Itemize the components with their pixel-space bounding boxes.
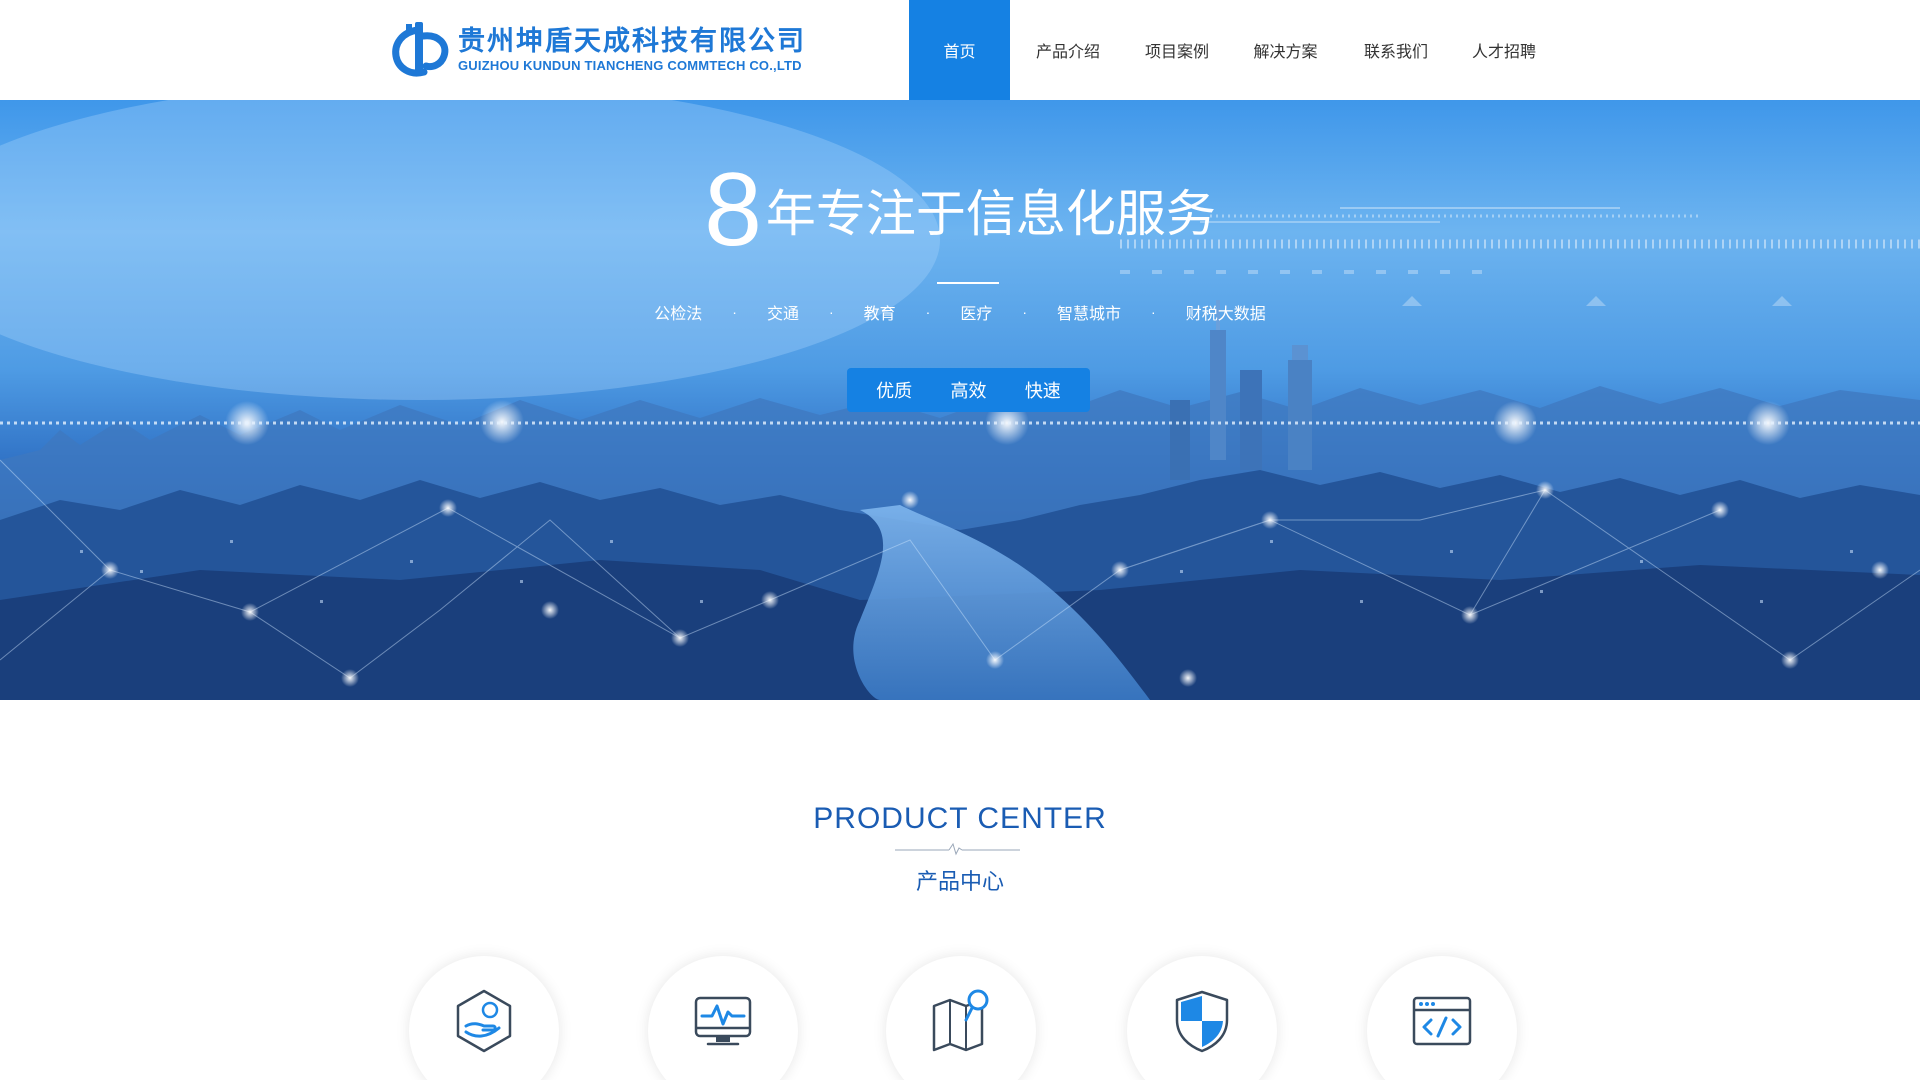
product-card-finance[interactable] xyxy=(409,956,559,1080)
nav-item-contact[interactable]: 联系我们 xyxy=(1343,0,1449,100)
value-quality: 优质 xyxy=(876,381,913,401)
map-pin-icon xyxy=(932,989,989,1052)
logo-company-name-en: GUIZHOU KUNDUN TIANCHENG COMMTECH CO.,LT… xyxy=(458,58,802,73)
logo-text: 贵州坤盾天成科技有限公司 GUIZHOU KUNDUN TIANCHENG CO… xyxy=(458,26,806,74)
main-nav: 首页 产品介绍 项目案例 解决方案 联系我们 人才招聘 xyxy=(909,0,1559,100)
site-header: 贵州坤盾天成科技有限公司 GUIZHOU KUNDUN TIANCHENG CO… xyxy=(0,0,1920,100)
value-efficient: 高效 xyxy=(950,381,987,401)
nav-item-cases[interactable]: 项目案例 xyxy=(1126,0,1228,100)
product-card-map[interactable] xyxy=(886,956,1036,1080)
hero-industry-tags: 公检法 · 交通 · 教育 · 医疗 · 智慧城市 · 财税大数据 xyxy=(0,300,1920,324)
nav-item-home[interactable]: 首页 xyxy=(909,0,1010,100)
hero-headline-text: 年专注于信息化服务 xyxy=(765,185,1216,243)
nav-item-careers[interactable]: 人才招聘 xyxy=(1449,0,1559,100)
hero-banner: 8年专注于信息化服务 公检法 · 交通 · 教育 · 医疗 · 智慧城市 · 财… xyxy=(0,100,1920,700)
company-logo[interactable]: 贵州坤盾天成科技有限公司 GUIZHOU KUNDUN TIANCHENG CO… xyxy=(388,20,806,80)
hero-value-badge: 优质 高效 快速 xyxy=(847,368,1090,412)
product-center-title-en: PRODUCT CENTER xyxy=(813,802,1107,835)
tag-separator: · xyxy=(828,304,834,320)
tag-medical: 医疗 xyxy=(960,306,993,323)
monitor-pulse-icon xyxy=(694,996,752,1046)
logo-mark-icon xyxy=(392,22,449,77)
nav-item-solutions[interactable]: 解决方案 xyxy=(1228,0,1343,100)
pulse-divider-icon xyxy=(895,842,1020,856)
hero-years-number: 8 xyxy=(704,152,762,268)
shield-icon xyxy=(1175,990,1229,1053)
value-fast: 快速 xyxy=(1024,381,1061,401)
tag-separator: · xyxy=(1151,304,1156,320)
product-card-monitoring[interactable] xyxy=(648,956,798,1080)
tag-separator: · xyxy=(925,304,931,320)
hero-divider xyxy=(937,282,999,284)
tag-separator: · xyxy=(1022,304,1028,320)
tag-transport: 交通 xyxy=(766,306,799,323)
tag-tax-big-data: 财税大数据 xyxy=(1185,306,1266,323)
nav-item-products[interactable]: 产品介绍 xyxy=(1010,0,1126,100)
hero-headline: 8年专注于信息化服务 xyxy=(0,150,1920,270)
tag-public-security: 公检法 xyxy=(654,306,703,323)
logo-company-name-cn: 贵州坤盾天成科技有限公司 xyxy=(458,26,806,57)
tag-separator: · xyxy=(732,304,737,320)
code-window-icon xyxy=(1412,996,1472,1046)
product-card-security[interactable] xyxy=(1127,956,1277,1080)
product-card-development[interactable] xyxy=(1367,956,1517,1080)
product-center-title-cn: 产品中心 xyxy=(915,870,1004,895)
hand-coin-icon xyxy=(456,989,512,1053)
product-icons-row xyxy=(0,956,1920,1080)
tag-smart-city: 智慧城市 xyxy=(1057,306,1122,323)
tag-education: 教育 xyxy=(863,306,896,323)
